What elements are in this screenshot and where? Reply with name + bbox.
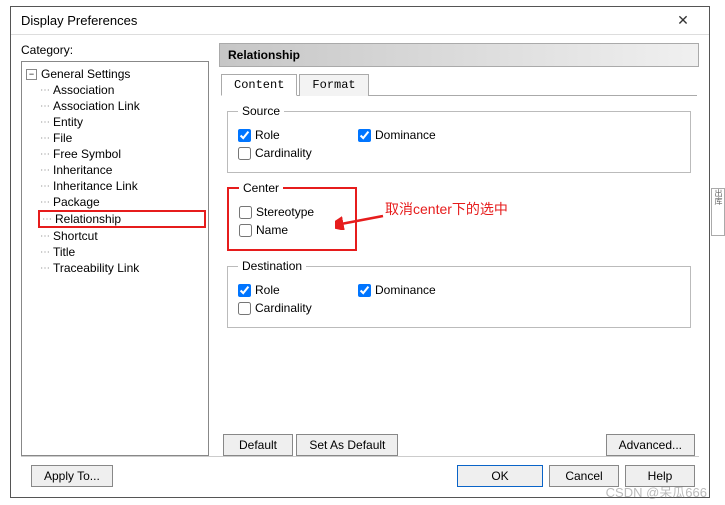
checkbox-center-name-input[interactable] xyxy=(239,224,252,237)
close-button[interactable]: ✕ xyxy=(663,9,703,33)
tree-item-label: Association Link xyxy=(53,99,140,113)
tree-item-label: Free Symbol xyxy=(53,147,121,161)
panel-header: Relationship xyxy=(219,43,699,67)
checkbox-destination-dominance-input[interactable] xyxy=(358,284,371,297)
tree-branch-icon: ⋯ xyxy=(40,101,51,112)
collapse-icon[interactable]: − xyxy=(26,69,37,80)
checkbox-destination-dominance[interactable]: Dominance xyxy=(358,283,448,297)
close-icon: ✕ xyxy=(677,12,689,29)
tree-item-label: Association xyxy=(53,83,114,97)
tree-item-free-symbol[interactable]: ⋯Free Symbol xyxy=(38,146,206,162)
checkbox-source-role-input[interactable] xyxy=(238,129,251,142)
tree-branch-icon: ⋯ xyxy=(40,181,51,192)
tree-item-shortcut[interactable]: ⋯Shortcut xyxy=(38,228,206,244)
tree-item-file[interactable]: ⋯File xyxy=(38,130,206,146)
tree-branch-icon: ⋯ xyxy=(40,197,51,208)
titlebar: Display Preferences ✕ xyxy=(11,7,709,35)
checkbox-destination-role-input[interactable] xyxy=(238,284,251,297)
checkbox-center-stereotype[interactable]: Stereotype xyxy=(239,205,329,219)
cancel-button[interactable]: Cancel xyxy=(549,465,619,487)
window-title: Display Preferences xyxy=(21,13,663,28)
tree-item-inheritance-link[interactable]: ⋯Inheritance Link xyxy=(38,178,206,194)
checkbox-destination-cardinality-input[interactable] xyxy=(238,302,251,315)
checkbox-center-name[interactable]: Name xyxy=(239,223,329,237)
tree-item-association[interactable]: ⋯Association xyxy=(38,82,206,98)
tree-branch-icon: ⋯ xyxy=(42,214,53,225)
tree-item-label: Traceability Link xyxy=(53,261,139,275)
tree-item-title[interactable]: ⋯Title xyxy=(38,244,206,260)
tree-branch-icon: ⋯ xyxy=(40,117,51,128)
tree-item-entity[interactable]: ⋯Entity xyxy=(38,114,206,130)
help-button[interactable]: Help xyxy=(625,465,695,487)
tabs: Content Format xyxy=(221,73,697,96)
set-as-default-button[interactable]: Set As Default xyxy=(296,434,398,456)
tab-content[interactable]: Content xyxy=(221,74,297,96)
checkbox-center-stereotype-input[interactable] xyxy=(239,206,252,219)
checkbox-source-cardinality-input[interactable] xyxy=(238,147,251,160)
checkbox-source-cardinality[interactable]: Cardinality xyxy=(238,146,328,160)
checkbox-destination-role[interactable]: Role xyxy=(238,283,328,297)
checkbox-source-dominance-input[interactable] xyxy=(358,129,371,142)
tree-branch-icon: ⋯ xyxy=(40,149,51,160)
group-destination-legend: Destination xyxy=(238,259,306,273)
tree-branch-icon: ⋯ xyxy=(40,231,51,242)
checkbox-source-role[interactable]: Role xyxy=(238,128,328,142)
advanced-button[interactable]: Advanced... xyxy=(606,434,695,456)
tree-item-traceability-link[interactable]: ⋯Traceability Link xyxy=(38,260,206,276)
category-label: Category: xyxy=(21,43,209,57)
tree-item-label: Inheritance xyxy=(53,163,112,177)
tree-item-label: Title xyxy=(53,245,75,259)
tree-branch-icon: ⋯ xyxy=(40,263,51,274)
annotation-text: 取消center下的选中 xyxy=(385,199,508,219)
group-center-legend: Center xyxy=(239,181,283,195)
display-preferences-dialog: Display Preferences ✕ Category: − Genera… xyxy=(10,6,710,498)
tree-item-association-link[interactable]: ⋯Association Link xyxy=(38,98,206,114)
tree-item-label: File xyxy=(53,131,72,145)
tree-root-label: General Settings xyxy=(41,67,130,81)
tree-root-general-settings[interactable]: − General Settings xyxy=(24,66,206,82)
tree-branch-icon: ⋯ xyxy=(40,85,51,96)
tree-item-label: Inheritance Link xyxy=(53,179,138,193)
tree-item-label: Package xyxy=(53,195,100,209)
tree-branch-icon: ⋯ xyxy=(40,165,51,176)
tree-branch-icon: ⋯ xyxy=(40,247,51,258)
default-button[interactable]: Default xyxy=(223,434,293,456)
checkbox-source-dominance[interactable]: Dominance xyxy=(358,128,448,142)
group-source-legend: Source xyxy=(238,104,284,118)
tree-branch-icon: ⋯ xyxy=(40,133,51,144)
category-tree[interactable]: − General Settings ⋯Association⋯Associat… xyxy=(21,61,209,456)
tree-item-label: Relationship xyxy=(55,212,121,226)
group-source: Source Role Dominance xyxy=(227,104,691,173)
apply-to-button[interactable]: Apply To... xyxy=(31,465,113,487)
tree-item-relationship[interactable]: ⋯Relationship xyxy=(38,210,206,228)
group-center: Center Stereotype Name xyxy=(227,181,357,251)
tree-item-label: Entity xyxy=(53,115,83,129)
tab-format[interactable]: Format xyxy=(299,74,368,96)
background-fragment: 出库 xyxy=(711,188,725,236)
ok-button[interactable]: OK xyxy=(457,465,543,487)
tree-item-package[interactable]: ⋯Package xyxy=(38,194,206,210)
tree-item-inheritance[interactable]: ⋯Inheritance xyxy=(38,162,206,178)
tree-item-label: Shortcut xyxy=(53,229,98,243)
checkbox-destination-cardinality[interactable]: Cardinality xyxy=(238,301,328,315)
group-destination: Destination Role Dominance xyxy=(227,259,691,328)
